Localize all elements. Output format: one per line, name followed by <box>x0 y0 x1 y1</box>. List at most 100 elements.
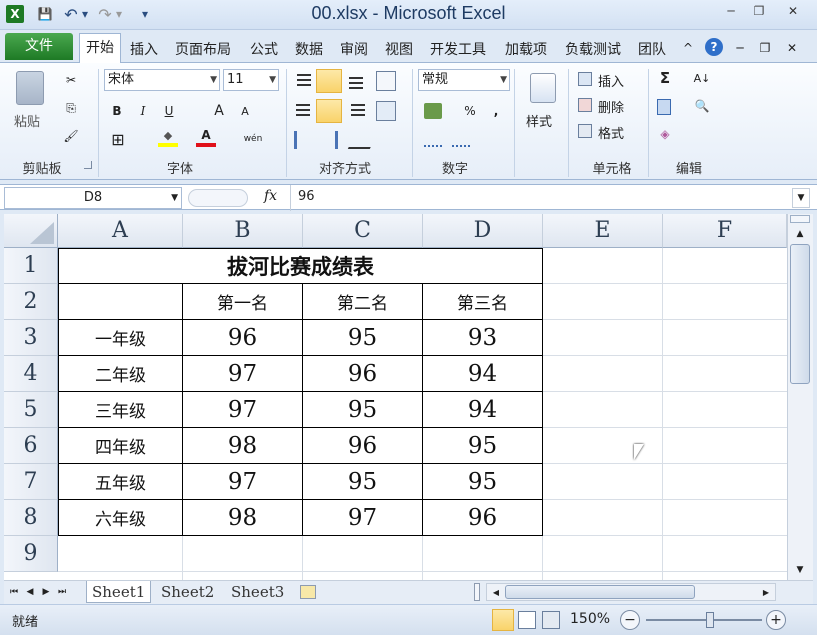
table-cell-value[interactable]: 97 <box>182 355 303 392</box>
help-icon[interactable]: ? <box>705 38 723 56</box>
row-header-6[interactable]: 6 <box>4 428 58 464</box>
wrap-text-button[interactable] <box>376 71 396 91</box>
table-cell-value[interactable]: 96 <box>302 355 423 392</box>
underline-button[interactable]: U <box>160 101 178 121</box>
fill-icon[interactable] <box>657 99 671 115</box>
workbook-restore-button[interactable]: ❐ <box>757 40 773 56</box>
minimize-button[interactable]: ─ <box>718 2 744 20</box>
insert-sheet-icon[interactable] <box>300 585 316 599</box>
cut-icon[interactable]: ✂ <box>62 71 80 89</box>
close-button[interactable]: ✕ <box>774 2 812 20</box>
row-header-7[interactable]: 7 <box>4 464 58 500</box>
zoom-out-button[interactable]: − <box>620 610 640 630</box>
currency-icon[interactable] <box>424 103 442 119</box>
table-cell-value[interactable]: 94 <box>422 391 543 428</box>
styles-icon[interactable] <box>530 73 556 103</box>
row-header-9[interactable]: 9 <box>4 536 58 572</box>
zoom-in-button[interactable]: + <box>766 610 786 630</box>
copy-icon[interactable]: ⎘ <box>62 99 80 117</box>
zoom-slider-thumb[interactable] <box>706 612 714 628</box>
insert-cells-button[interactable]: 插入 <box>598 71 624 90</box>
comma-button[interactable]: , <box>488 101 504 121</box>
scroll-right-button[interactable]: ▶ <box>759 585 773 599</box>
tab-formulas[interactable]: 公式 <box>245 37 283 63</box>
italic-button[interactable]: I <box>134 101 152 121</box>
table-cell-value[interactable]: 95 <box>302 319 423 356</box>
formula-bar-expand-handle[interactable] <box>188 189 248 207</box>
table-cell-grade[interactable]: 四年级 <box>58 427 183 464</box>
workbook-close-button[interactable]: ✕ <box>784 40 800 56</box>
zoom-slider-track[interactable] <box>646 619 762 621</box>
selected-cell-d8[interactable]: 96 <box>422 499 543 536</box>
scroll-left-button[interactable]: ◀ <box>489 585 503 599</box>
zoom-level[interactable]: 150% <box>570 611 610 627</box>
shrink-font-button[interactable]: A <box>236 101 254 121</box>
paste-button[interactable]: 粘贴 <box>14 111 40 130</box>
number-format-combo[interactable]: 常规 ▼ <box>418 69 510 91</box>
table-cell-value[interactable]: 98 <box>182 499 303 536</box>
dialog-launcher-icon[interactable] <box>84 161 92 169</box>
tab-insert[interactable]: 插入 <box>125 37 163 63</box>
column-header-e[interactable]: E <box>543 214 663 248</box>
table-cell-value[interactable]: 97 <box>302 499 423 536</box>
format-cells-icon[interactable] <box>578 124 592 138</box>
vertical-scrollbar[interactable]: ▲ ▼ <box>787 214 813 580</box>
row-header-4[interactable]: 4 <box>4 356 58 392</box>
align-center-button[interactable] <box>316 99 342 123</box>
column-header-f[interactable]: F <box>663 214 787 248</box>
delete-cells-icon[interactable] <box>578 98 592 112</box>
autosum-icon[interactable]: Σ <box>656 69 674 87</box>
scroll-up-button[interactable]: ▲ <box>790 226 810 242</box>
phonetic-icon[interactable]: wén <box>240 129 266 149</box>
align-middle-button[interactable] <box>316 69 342 93</box>
last-sheet-icon[interactable]: ⏭ <box>56 585 68 599</box>
row-header-5[interactable]: 5 <box>4 392 58 428</box>
next-sheet-icon[interactable]: ▶ <box>40 585 52 599</box>
sheet-tab-sheet1[interactable]: Sheet1 <box>86 581 152 603</box>
prev-sheet-icon[interactable]: ◀ <box>24 585 36 599</box>
table-cell-grade[interactable]: 三年级 <box>58 391 183 428</box>
fill-color-icon[interactable]: ◆ <box>158 127 178 147</box>
align-top-button[interactable] <box>294 71 314 91</box>
table-cell-value[interactable]: 95 <box>422 463 543 500</box>
tab-team[interactable]: 团队 <box>633 37 671 63</box>
table-cell-grade[interactable]: 二年级 <box>58 355 183 392</box>
tab-view[interactable]: 视图 <box>380 37 418 63</box>
sheet-tab-sheet3[interactable]: Sheet3 <box>226 581 289 603</box>
increase-indent-button[interactable] <box>320 131 338 149</box>
table-cell-value[interactable]: 93 <box>422 319 543 356</box>
merge-center-button[interactable] <box>376 101 396 121</box>
header-cell-blank[interactable] <box>58 283 183 320</box>
orientation-button[interactable] <box>347 131 379 149</box>
clear-icon[interactable]: ◈ <box>656 125 674 143</box>
align-left-button[interactable] <box>294 101 314 121</box>
format-cells-button[interactable]: 格式 <box>598 123 624 142</box>
table-cell-grade[interactable]: 五年级 <box>58 463 183 500</box>
column-header-a[interactable]: A <box>58 214 183 248</box>
table-cell-value[interactable]: 98 <box>182 427 303 464</box>
row-header-3[interactable]: 3 <box>4 320 58 356</box>
page-break-view-button[interactable] <box>542 611 560 629</box>
split-box[interactable] <box>790 215 810 223</box>
table-cell-value[interactable]: 95 <box>302 463 423 500</box>
font-name-combo[interactable]: 宋体 ▼ <box>104 69 220 91</box>
column-header-b[interactable]: B <box>183 214 303 248</box>
tab-data[interactable]: 数据 <box>290 37 328 63</box>
formula-input[interactable]: 96 <box>298 187 788 209</box>
paste-icon[interactable] <box>16 71 44 105</box>
increase-decimal-icon[interactable] <box>424 133 442 147</box>
tab-developer[interactable]: 开发工具 <box>425 37 491 63</box>
bold-button[interactable]: B <box>108 101 126 121</box>
percent-button[interactable]: % <box>460 101 480 121</box>
table-cell-value[interactable]: 95 <box>422 427 543 464</box>
normal-view-button[interactable] <box>492 609 514 631</box>
sheet-tab-sheet2[interactable]: Sheet2 <box>156 581 219 603</box>
table-cell-value[interactable]: 97 <box>182 463 303 500</box>
table-cell-value[interactable]: 94 <box>422 355 543 392</box>
worksheet-grid[interactable]: A B C D E F 1 2 3 4 5 6 7 8 9 拔河比赛成绩表 第一… <box>4 214 787 580</box>
tab-home[interactable]: 开始 <box>79 33 121 63</box>
column-header-d[interactable]: D <box>423 214 543 248</box>
tab-split-handle[interactable] <box>474 583 480 601</box>
table-cell-grade[interactable]: 一年级 <box>58 319 183 356</box>
tab-file[interactable]: 文件 <box>5 33 73 60</box>
